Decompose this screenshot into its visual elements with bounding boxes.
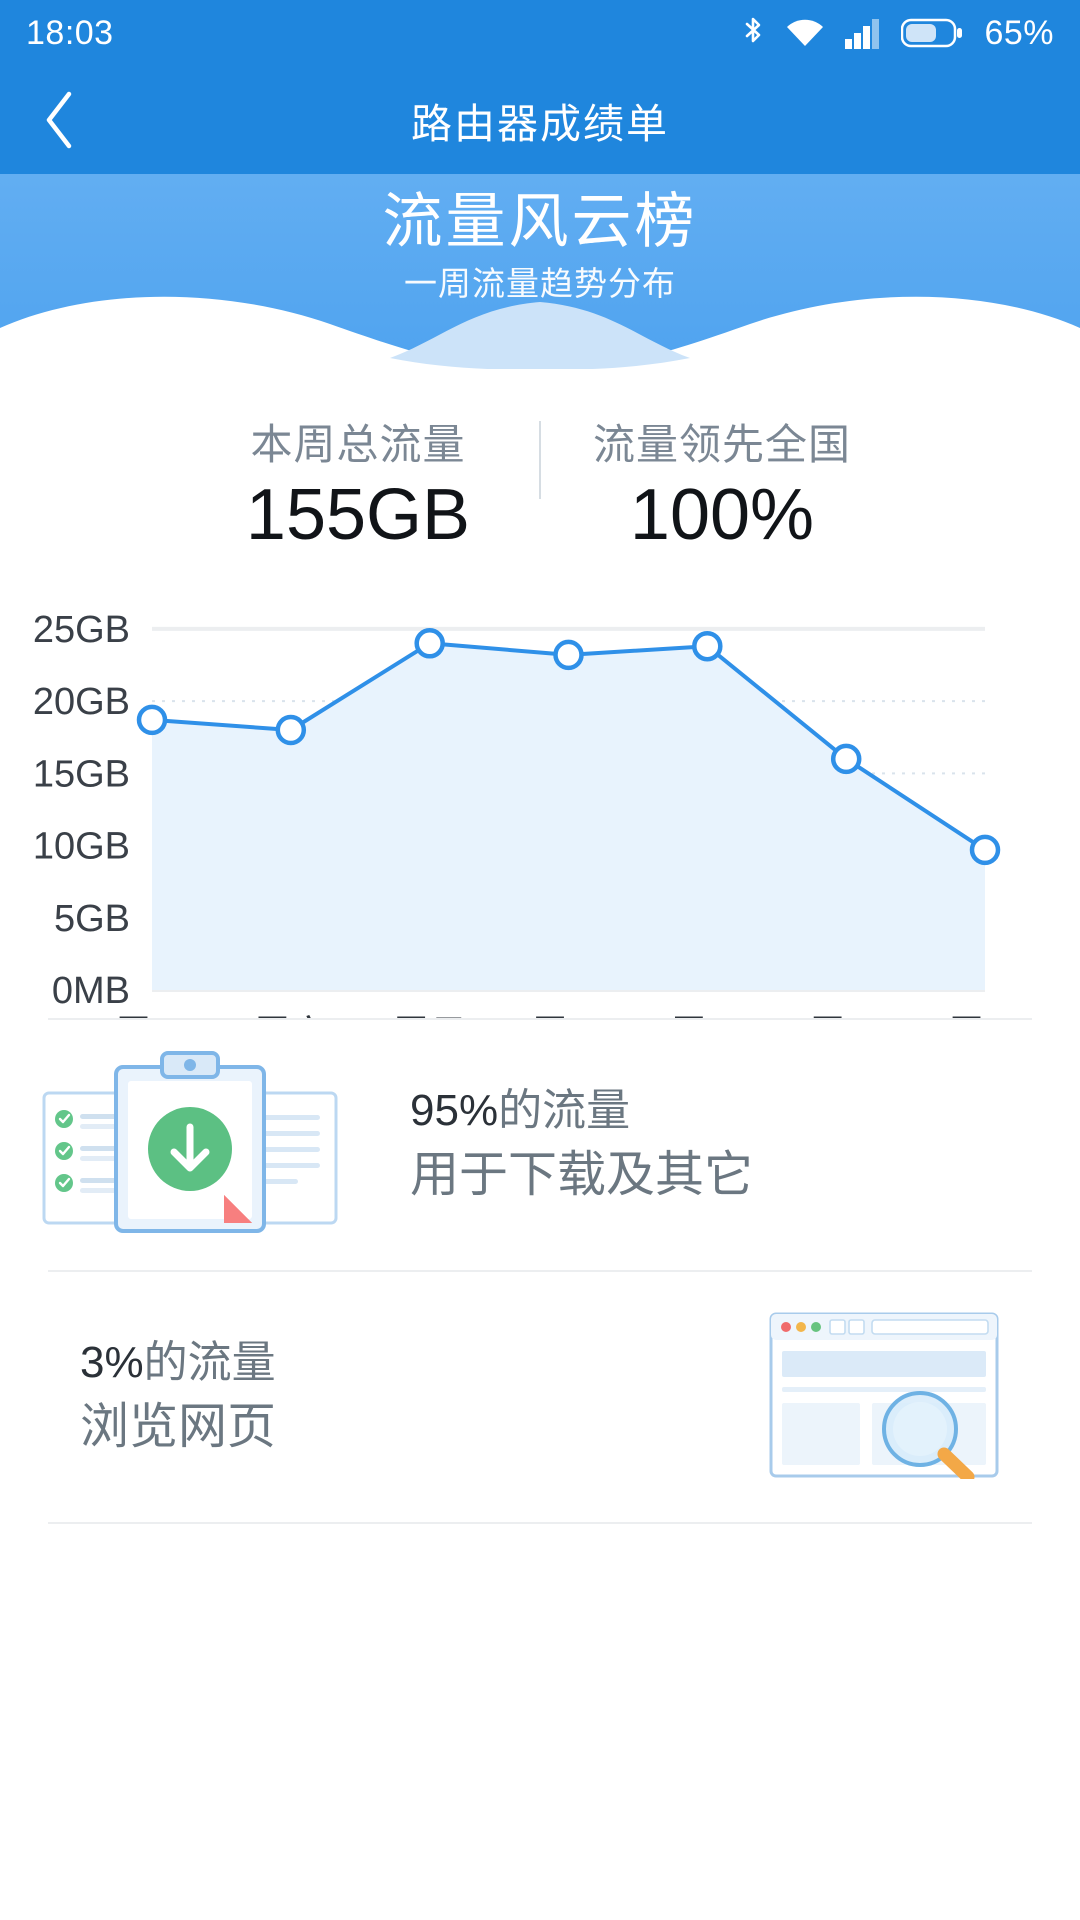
x-tick-label: 周三: [808, 1014, 884, 1018]
data-point[interactable]: [692, 630, 723, 662]
info-line-1: 95%的流量: [410, 1085, 753, 1138]
wave-decoration-icon: [0, 296, 1080, 369]
battery-percent: 65%: [984, 13, 1054, 52]
traffic-trend-chart: 25GB 20GB 15GB 10GB 5GB 0MB 周五 周六 周日 周一 周二 周三 周四: [0, 578, 1080, 1018]
area-fill: [152, 643, 985, 990]
y-tick-label: 25GB: [33, 609, 130, 651]
chart-area-fill: [152, 643, 985, 990]
hero-banner: 流量风云榜 一周流量趋势分布: [0, 174, 1080, 369]
stat-value: 100%: [629, 475, 815, 555]
chart-y-axis-labels: 25GB 20GB 15GB 10GB 5GB 0MB: [33, 609, 130, 1012]
chevron-left-icon: [46, 91, 72, 149]
stat-total-traffic: 本周总流量 155GB: [193, 411, 523, 556]
app-bar: 路由器成绩单: [0, 66, 1080, 174]
info-text-browse: 3%的流量 浏览网页: [80, 1337, 276, 1457]
data-point[interactable]: [830, 743, 862, 775]
status-icons: 65%: [740, 14, 1054, 53]
y-tick-label: 5GB: [54, 898, 130, 940]
browser-search-icon: [768, 1311, 1000, 1484]
x-tick-label: 周四: [947, 1014, 1023, 1018]
info-line-2: 浏览网页: [80, 1400, 277, 1454]
status-bar: 18:03 65%: [0, 0, 1080, 66]
x-tick-label: 周日: [392, 1014, 468, 1018]
stat-label: 流量领先全国: [592, 421, 851, 468]
data-point[interactable]: [553, 639, 584, 671]
percent-suffix: 的流量: [143, 1338, 276, 1388]
x-tick-label: 周五: [114, 1014, 190, 1018]
y-tick-label: 10GB: [33, 826, 130, 868]
info-line-2: 用于下载及其它: [410, 1148, 754, 1202]
clipboard-download-icon: [40, 1045, 340, 1245]
page-title: 路由器成绩单: [411, 101, 669, 147]
data-point[interactable]: [275, 714, 307, 746]
bluetooth-icon: [746, 17, 761, 43]
section-divider: [48, 1522, 1032, 1524]
status-time: 18:03: [26, 13, 114, 52]
signal-icon: [845, 19, 880, 49]
chart-x-axis-labels: 周五 周六 周日 周一 周二 周三 周四: [114, 1014, 1023, 1018]
y-tick-label: 15GB: [33, 753, 130, 795]
data-point[interactable]: [136, 704, 168, 736]
y-tick-label: 20GB: [33, 681, 130, 723]
stat-label: 本周总流量: [250, 421, 466, 468]
stat-value: 155GB: [245, 475, 471, 555]
y-tick-label: 0MB: [52, 970, 130, 1012]
wifi-icon: [787, 19, 824, 46]
x-tick-label: 周二: [669, 1014, 745, 1018]
chart-svg: 25GB 20GB 15GB 10GB 5GB 0MB 周五 周六 周日 周一 周二 周三 周四: [33, 609, 1023, 1018]
back-button[interactable]: [0, 66, 120, 174]
percent-value: 95%: [410, 1086, 499, 1136]
x-tick-label: 周一: [530, 1014, 606, 1018]
x-tick-label: 周六: [253, 1014, 329, 1018]
data-point[interactable]: [969, 834, 1001, 866]
percent-value: 3%: [80, 1338, 144, 1388]
summary-stats: 本周总流量 155GB 流量领先全国 100%: [0, 369, 1080, 556]
info-row-browse: 3%的流量 浏览网页: [0, 1272, 1080, 1522]
stat-national-rank: 流量领先全国 100%: [557, 411, 887, 556]
stat-divider: [539, 421, 541, 499]
info-row-download: 95%的流量 用于下载及其它: [0, 1020, 1080, 1270]
data-point[interactable]: [414, 628, 445, 659]
battery-icon: [901, 18, 963, 48]
hero-title: 流量风云榜: [382, 188, 698, 255]
info-text-download: 95%的流量 用于下载及其它: [410, 1085, 753, 1205]
percent-suffix: 的流量: [498, 1086, 631, 1136]
info-line-1: 3%的流量: [80, 1337, 276, 1390]
